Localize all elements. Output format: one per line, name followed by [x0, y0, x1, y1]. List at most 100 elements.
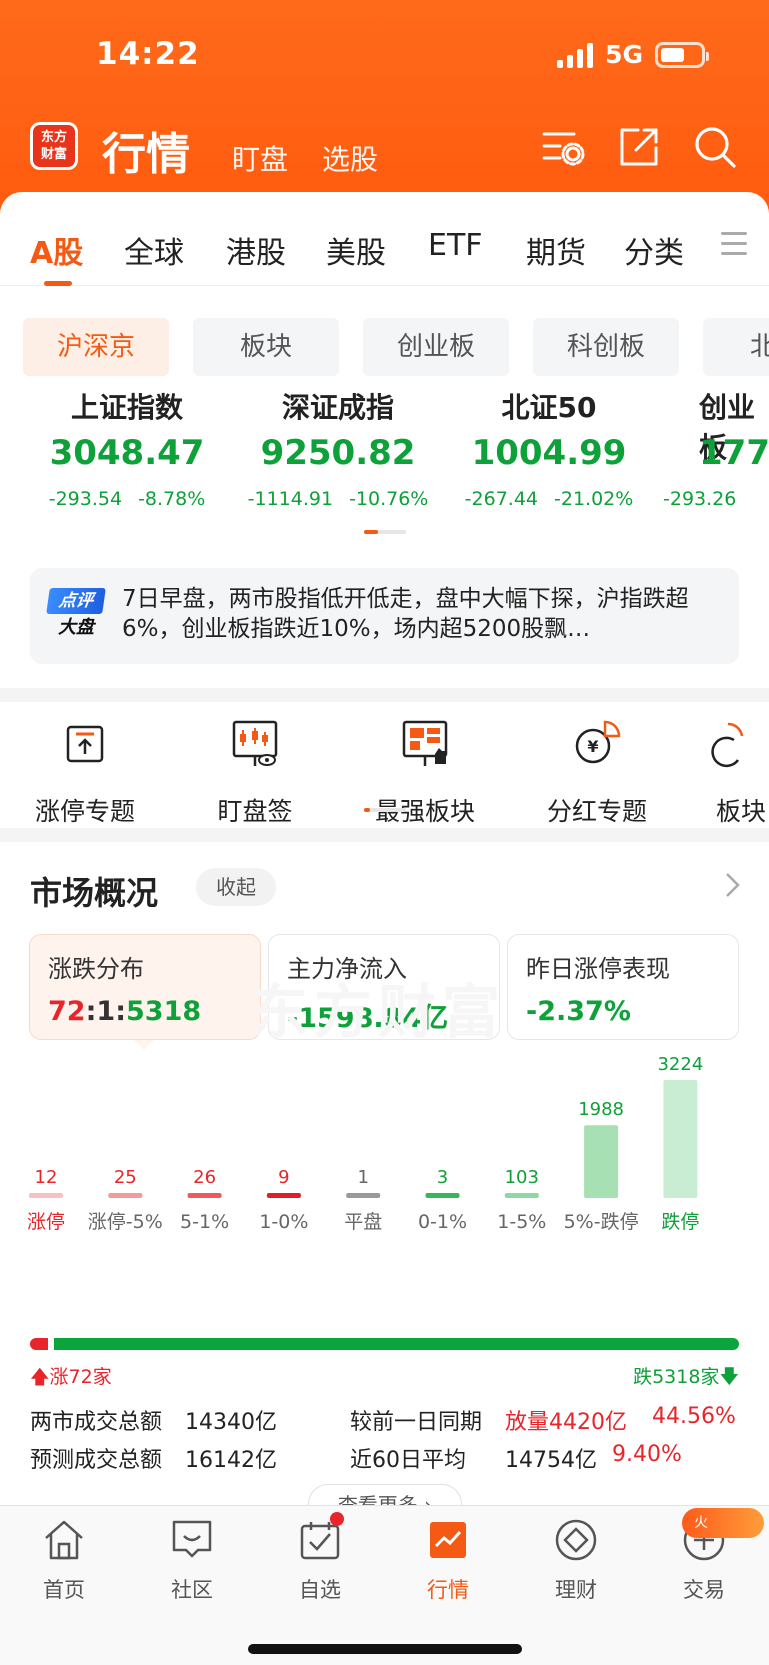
bar-value-label: 26: [193, 1167, 216, 1188]
bar-1: [108, 1193, 143, 1198]
turnover-row: 预测成交总额 16142亿 近60日平均 14754亿 9.40%: [30, 1442, 750, 1480]
index-name: 上证指数: [70, 391, 183, 424]
card-title: 涨跌分布: [48, 955, 144, 983]
bar-category-label: 平盘: [344, 1211, 382, 1233]
nav-market[interactable]: 行情: [398, 1516, 498, 1604]
tab-stock-picker[interactable]: 选股: [322, 138, 378, 178]
market-tabs: A股 全球 港股 美股 ETF 期货 分类: [0, 192, 769, 286]
index-name: 深证成指: [281, 391, 394, 424]
nav-wealth[interactable]: 理财: [526, 1516, 626, 1604]
shortcut-dividend[interactable]: ¥ 分红专题: [522, 718, 672, 828]
main-panel: A股 全球 港股 美股 ETF 期货 分类 沪深京 板块 创业板 科创板 北交 …: [0, 192, 769, 1505]
shortcut-label: 盯盘签: [217, 797, 293, 826]
tab-a-shares[interactable]: A股: [30, 228, 83, 272]
index-value: 9250.82: [260, 433, 416, 473]
shortcut-watch-board[interactable]: 盯盘签: [180, 718, 330, 828]
tab-us[interactable]: 美股: [326, 228, 386, 272]
view-more-label: 查看更多: [337, 1493, 418, 1505]
page-title: 行情: [102, 129, 190, 180]
nav-watchlist[interactable]: 自选: [270, 1516, 370, 1604]
tab-category[interactable]: 分类: [624, 228, 684, 272]
shortcut-label: 分红专题: [546, 797, 647, 826]
divider: [0, 828, 769, 842]
tab-hk[interactable]: 港股: [226, 228, 286, 272]
view-more-button[interactable]: 查看更多 ›: [308, 1484, 462, 1505]
tab-etf[interactable]: ETF: [428, 228, 483, 263]
shortcut-label: 涨停专题: [34, 797, 135, 826]
tab-futures[interactable]: 期货: [526, 228, 586, 272]
chip-star[interactable]: 科创板: [533, 318, 679, 376]
bar-category-label: 5-1%: [180, 1211, 229, 1233]
dividend-icon: ¥: [575, 720, 621, 764]
index-change: -267.44 -21.02%: [444, 488, 654, 510]
rise-label: 🡅涨72家: [30, 1362, 112, 1395]
index-change-pct: -21.02%: [554, 488, 634, 510]
comment-badge-icon: 点评 大盘: [46, 588, 106, 642]
signal-icon: [557, 42, 594, 68]
bar-8: [663, 1080, 698, 1198]
card-yesterday-limit-up[interactable]: 昨日涨停表现 -2.37%: [507, 934, 739, 1040]
index-card[interactable]: 上证指数 3048.47 -293.54 -8.78%: [22, 388, 232, 510]
nav-label: 行情: [427, 1578, 469, 1602]
chip-bse[interactable]: 北交: [703, 318, 769, 376]
compare-pct: 44.56%: [652, 1404, 736, 1429]
share-icon[interactable]: [616, 124, 662, 170]
rise-fall-ratio-bar: [30, 1338, 739, 1350]
index-change-abs: -293.54: [48, 488, 123, 510]
nav-home[interactable]: 首页: [14, 1516, 114, 1604]
watch-board-icon: [232, 720, 278, 766]
bar-category-label: 1-0%: [259, 1211, 308, 1233]
bar-6: [504, 1193, 539, 1198]
rise-ratio: [30, 1338, 48, 1350]
card-value: -2.37%: [526, 996, 631, 1027]
compare-value: 放量4420亿: [505, 1410, 627, 1435]
app-logo[interactable]: 东方 财富: [30, 122, 78, 170]
bar-7: [584, 1125, 619, 1198]
turnover-summary: 两市成交总额 14340亿 较前一日同期 放量4420亿 44.56% 预测成交…: [30, 1404, 750, 1480]
rise-label-text: 涨72家: [49, 1366, 112, 1388]
bar-category-label: 涨停: [27, 1211, 65, 1233]
tab-global[interactable]: 全球: [124, 228, 184, 272]
sector-icon: [711, 722, 744, 768]
chip-gem[interactable]: 创业板: [363, 318, 509, 376]
total-turnover-label: 两市成交总额: [30, 1410, 163, 1435]
nav-label: 自选: [299, 1578, 341, 1602]
index-card[interactable]: 深证成指 9250.82 -1114.91 -10.76%: [233, 388, 443, 510]
settings-list-icon[interactable]: [540, 124, 586, 170]
bar-value-label: 1: [357, 1167, 368, 1188]
compare-label: 较前一日同期: [350, 1410, 483, 1435]
card-rise-fall-distribution[interactable]: 涨跌分布 72:1:5318: [29, 934, 261, 1040]
bar-value-label: 1988: [578, 1099, 624, 1120]
index-card[interactable]: 创业板 1772 -293.26: [655, 388, 769, 510]
board-chips: 沪深京 板块 创业板 科创板 北交: [0, 318, 769, 378]
bar-4: [346, 1193, 381, 1198]
divider: [0, 688, 769, 702]
chip-hs-bj[interactable]: 沪深京: [23, 318, 169, 376]
battery-icon: [655, 41, 709, 68]
nav-community[interactable]: 社区: [142, 1516, 242, 1604]
chevron-right-icon[interactable]: [723, 868, 743, 902]
bar-5: [425, 1193, 460, 1198]
comment-badge-top: 点评: [46, 588, 106, 614]
index-change-abs: -293.26: [663, 488, 737, 510]
tab-menu-icon[interactable]: [721, 232, 747, 262]
market-comment[interactable]: 点评 大盘 7日早盘，两市股指低开低走，盘中大幅下探，沪指跌超6%，创业板指跌近…: [30, 568, 739, 664]
bar-category-label: 5%-跌停: [564, 1211, 639, 1233]
tab-watch-board[interactable]: 盯盘: [232, 138, 288, 178]
search-icon[interactable]: [692, 124, 738, 170]
network-type: 5G: [605, 40, 643, 69]
bottom-nav: 首页 社区 自选 行情 理财 交易 火: [0, 1505, 769, 1665]
tab-underline: [44, 281, 72, 286]
shortcut-sector[interactable]: 板块: [692, 718, 769, 828]
bar-0: [29, 1193, 63, 1198]
index-card[interactable]: 北证50 1004.99 -267.44 -21.02%: [444, 388, 654, 510]
index-change-abs: -267.44: [464, 488, 539, 510]
chip-sector[interactable]: 板块: [193, 318, 339, 376]
shortcut-limit-up[interactable]: 涨停专题: [10, 718, 160, 828]
watermark: 东方财富: [250, 978, 507, 1046]
collapse-button[interactable]: 收起: [196, 868, 276, 906]
comment-text: 7日早盘，两市股指低开低走，盘中大幅下探，沪指跌超6%，创业板指跌近10%，场内…: [122, 586, 689, 642]
community-icon: [172, 1520, 212, 1558]
home-icon: [45, 1520, 83, 1560]
index-pager: [364, 530, 406, 534]
